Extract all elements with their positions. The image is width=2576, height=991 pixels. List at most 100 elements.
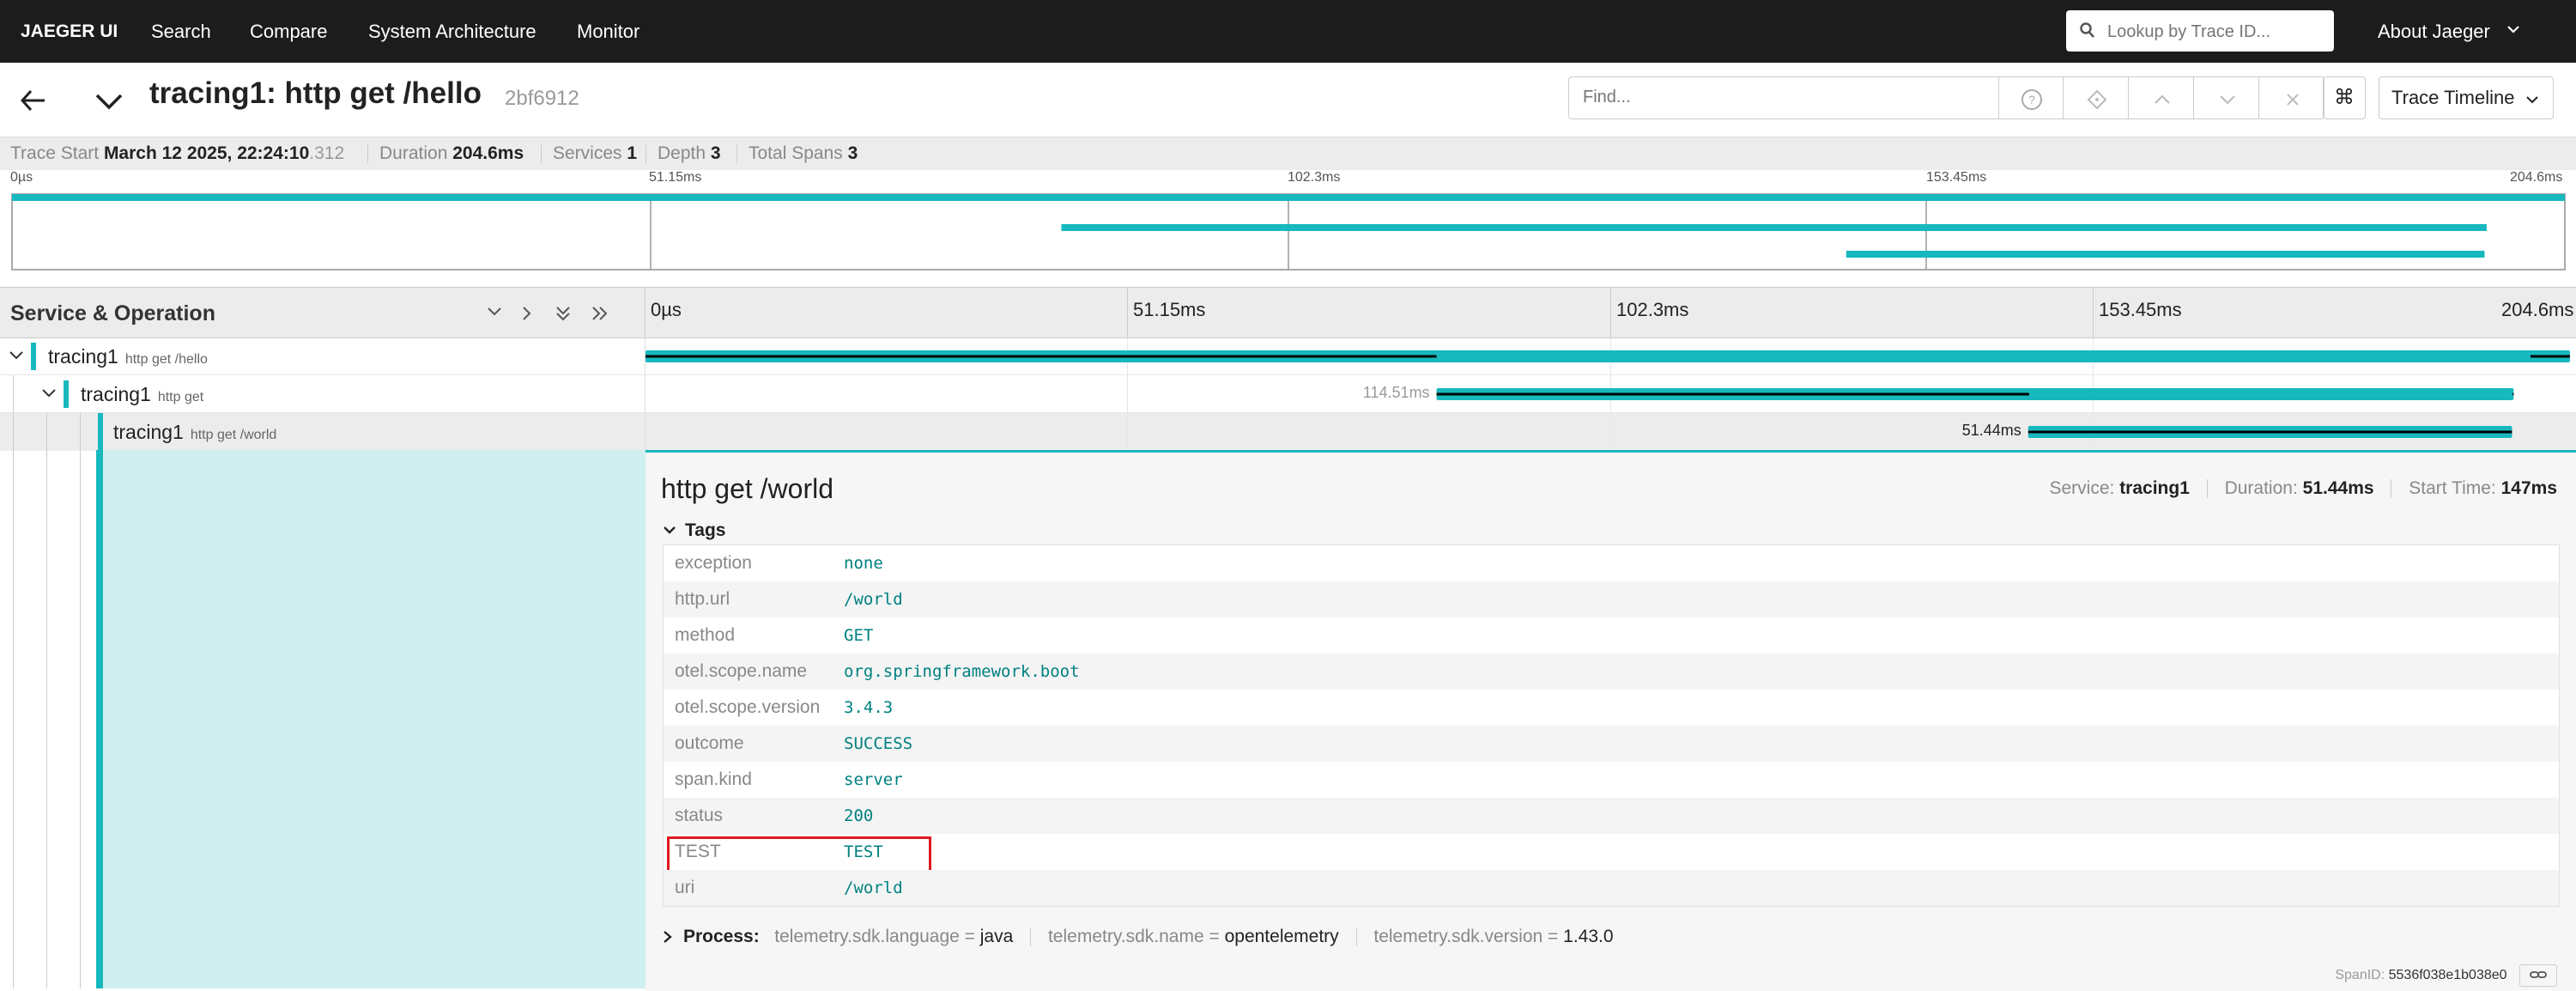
clear-find-button[interactable] — [2259, 76, 2324, 119]
tag-row[interactable]: status 200 — [664, 798, 2559, 834]
minimap-canvas — [11, 193, 2566, 271]
timeline-bars — [646, 350, 2570, 438]
chevron-down-icon — [2525, 94, 2539, 105]
process-item: telemetry.sdk.name = opentelemetry — [1047, 927, 1339, 946]
tag-value: 3.4.3 — [844, 698, 894, 717]
tag-row[interactable]: exception none — [664, 545, 2559, 581]
tag-key: status — [675, 806, 724, 825]
tag-value: none — [844, 554, 883, 573]
nav-compare[interactable]: Compare — [250, 0, 327, 63]
tag-row[interactable]: method GET — [664, 617, 2559, 654]
trace-id-input[interactable] — [2106, 15, 2324, 48]
back-arrow-icon[interactable] — [19, 88, 46, 112]
trace-id: 2bf6912 — [505, 87, 579, 110]
target-icon — [2087, 89, 2107, 110]
timeline-header: Service & Operation 0µs 51.15ms 102.3ms … — [0, 287, 2576, 338]
nav-monitor[interactable]: Monitor — [577, 0, 639, 63]
span-operation-title: http get /world — [661, 473, 833, 504]
tag-value: /world — [844, 590, 903, 609]
span-duration-label: 114.51ms — [1362, 384, 1430, 401]
tag-value: 200 — [844, 806, 874, 825]
expand-all-icon[interactable] — [591, 305, 609, 322]
view-mode-label: Trace Timeline — [2391, 87, 2515, 108]
trace-start: Trace Start March 12 2025, 22:24:10.312 — [10, 143, 345, 163]
trace-meta-line: Trace Start March 12 2025, 22:24:10.312 … — [0, 137, 2576, 170]
tag-value: TEST — [844, 842, 883, 861]
help-button[interactable]: ? — [1998, 76, 2064, 119]
collapse-all-icon[interactable] — [555, 305, 572, 322]
process-item: telemetry.sdk.language = java — [774, 927, 1014, 946]
trace-duration: Duration 204.6ms — [379, 143, 524, 163]
timeline-tick: 153.45ms — [2099, 299, 2182, 320]
span-meta: Service: tracing1 Duration: 51.44ms Star… — [2049, 478, 2557, 499]
copy-link-button[interactable] — [2519, 964, 2557, 987]
minimap-span-bar — [1846, 251, 2485, 258]
tag-row[interactable]: otel.scope.name org.springframework.boot — [664, 654, 2559, 690]
top-navbar: JAEGER UI Search Compare System Architec… — [0, 0, 2576, 63]
tag-key: TEST — [675, 842, 721, 861]
chevron-up-icon — [2155, 94, 2170, 104]
expand-one-icon[interactable] — [520, 305, 534, 322]
tag-row[interactable]: span.kind server — [664, 762, 2559, 798]
keyboard-shortcuts-button[interactable]: ⌘ — [2323, 76, 2366, 119]
tag-row[interactable]: outcome SUCCESS — [664, 726, 2559, 762]
tag-row[interactable]: http.url/world — [664, 581, 2559, 617]
tag-row[interactable]: uri/world — [664, 870, 2559, 906]
link-icon — [2530, 971, 2547, 978]
tags-table: exception none http.url/world method GET o… — [663, 544, 2560, 907]
span-duration-label: 51.44ms — [1961, 422, 2021, 439]
timeline-tick: 0µs — [651, 299, 682, 320]
nav-system-architecture[interactable]: System Architecture — [368, 0, 536, 63]
tag-row[interactable]: TEST TEST — [664, 834, 2559, 872]
process-toggle[interactable]: Process: telemetry.sdk.language = java t… — [663, 927, 1614, 947]
span-detail-panel: http get /world Service: tracing1 Durati… — [646, 450, 2576, 991]
find-input[interactable] — [1569, 77, 1988, 117]
tag-key: otel.scope.name — [675, 661, 808, 681]
timeline-tick: 204.6ms — [2501, 299, 2574, 320]
svg-text:?: ? — [2028, 93, 2035, 106]
nav-search[interactable]: Search — [151, 0, 211, 63]
span-detail-indent — [96, 450, 652, 988]
span-id: SpanID: 5536f038e1b038e0 — [2335, 964, 2557, 987]
about-jaeger-menu[interactable]: About Jaeger — [2378, 0, 2519, 63]
tag-value: SUCCESS — [844, 734, 913, 753]
trace-title: tracing1: http get /hello — [149, 76, 482, 110]
process-item: telemetry.sdk.version = 1.43.0 — [1373, 927, 1614, 946]
tag-key: otel.scope.version — [675, 697, 821, 717]
about-jaeger-label: About Jaeger — [2378, 21, 2490, 42]
tag-key: exception — [675, 553, 752, 573]
timeline-tick: 51.15ms — [1133, 299, 1206, 320]
trace-services: Services 1 — [553, 143, 638, 163]
tag-key: span.kind — [675, 769, 752, 789]
timeline-tick: 102.3ms — [1616, 299, 1689, 320]
minimap-span-bar — [12, 194, 2565, 201]
tag-value: server — [844, 770, 903, 789]
search-icon — [2080, 22, 2095, 40]
tag-row[interactable]: otel.scope.version 3.4.3 — [664, 690, 2559, 726]
tags-toggle[interactable]: Tags — [663, 520, 725, 541]
collapse-header-chevron-icon[interactable] — [94, 92, 124, 111]
tag-key: http.url — [675, 589, 730, 609]
find-box[interactable] — [1568, 76, 1999, 119]
view-mode-select[interactable]: Trace Timeline — [2379, 76, 2554, 119]
tag-key: uri — [675, 878, 695, 897]
minimap-span-bar — [1061, 224, 2487, 231]
trace-id-lookup[interactable] — [2066, 10, 2334, 52]
tag-value: org.springframework.boot — [844, 662, 1080, 681]
collapse-one-icon[interactable] — [486, 305, 503, 319]
tag-value: /world — [844, 879, 903, 897]
prev-result-button[interactable] — [2129, 76, 2194, 119]
trace-header: tracing1: http get /hello 2bf6912 ? ⌘ Tr… — [0, 63, 2576, 137]
next-result-button[interactable] — [2194, 76, 2259, 119]
command-icon: ⌘ — [2334, 86, 2355, 109]
jaeger-logo[interactable]: JAEGER UI — [21, 0, 118, 63]
trace-minimap[interactable]: 0µs 51.15ms 102.3ms 153.45ms 204.6ms — [0, 170, 2576, 283]
service-operation-heading: Service & Operation — [10, 301, 215, 325]
close-icon — [2287, 94, 2299, 106]
question-circle-icon: ? — [2021, 89, 2042, 110]
tag-key: outcome — [675, 733, 744, 753]
locate-button[interactable] — [2064, 76, 2129, 119]
chevron-down-icon — [664, 526, 676, 535]
chevron-right-icon — [664, 931, 672, 944]
chevron-down-icon — [2506, 24, 2520, 34]
